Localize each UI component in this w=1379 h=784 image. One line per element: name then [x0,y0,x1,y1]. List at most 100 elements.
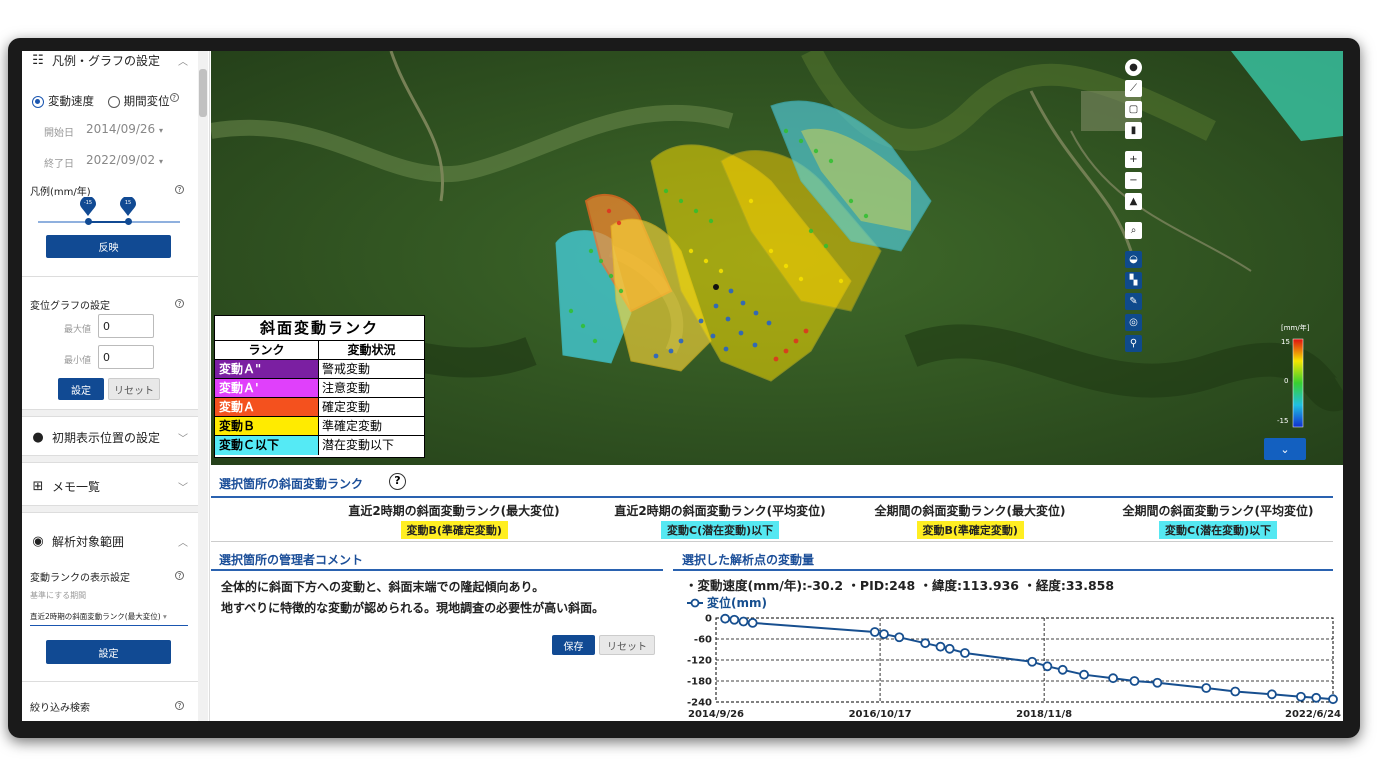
apply-button[interactable]: 反映 [46,235,171,258]
zoom-out-icon[interactable]: − [1125,172,1142,189]
y-tick-label: -180 [687,677,712,688]
trash-icon[interactable]: ▮ [1125,122,1142,139]
comment-reset-button[interactable]: リセット [599,635,655,655]
x-tick-label: 2014/9/26 [688,709,744,720]
radio-period[interactable] [107,95,120,108]
slider-min-value: -15 [83,200,93,206]
basis-select-value: 直近2時期の斜面変動ランク(最大変位) [30,612,161,621]
locate-icon[interactable]: ◎ [1125,314,1142,331]
displacement-panel-rule [673,569,1333,571]
caret-down-icon: ▾ [159,126,164,135]
rank-heading: 全期間の斜面変動ランク(平均変位) [1122,504,1314,518]
displacement-chart[interactable]: 0 -60 -120 -180 -2402014/9/26 2016/10/17 2018/… [673,593,1343,721]
memo-header[interactable]: ⊞ メモ一覧 ﹀ [22,471,198,501]
data-point [944,643,955,654]
y-tick-label: -240 [687,698,712,709]
divider [22,681,198,682]
data-point [1296,691,1306,702]
graph-set-button[interactable]: 設定 [58,378,104,400]
end-date-field[interactable]: 2022/09/02 ▾ [86,153,163,167]
data-point [1057,664,1068,675]
collapse-panel-button[interactable]: ⌄ [1264,438,1306,460]
colorbar-top: 15 [1281,338,1290,346]
divider [211,541,1333,542]
radio-period-label: 期間変位 [123,94,170,108]
map-pin-icon[interactable]: ⚲ [1125,335,1142,352]
data-point [1311,692,1322,703]
polygon-icon[interactable]: ▢ [1125,101,1142,118]
radio-speed[interactable] [32,95,44,108]
help-icon[interactable]: ? [175,185,184,194]
line-draw-icon[interactable]: ⟋ [1125,80,1142,97]
data-point [1108,673,1118,684]
colorbar-bottom: -15 [1277,417,1289,425]
legend-row: 変動Ａ' 注意変動 [215,379,424,398]
divider [22,276,198,277]
info-panel: 選択箇所の斜面変動ランク ? 直近2時期の斜面変動ランク(最大変位) 変動B(準確… [211,465,1343,721]
legend-status-cell: 潜在変動以下 [322,438,395,452]
start-date-label: 開始日 [44,128,74,139]
data-point [920,638,931,649]
rank-heading: 全期間の斜面変動ランク(最大変位) [874,504,1066,518]
rank-badge: 変動B(準確定変動) [400,521,508,539]
legend-col-rank: ランク [215,341,319,359]
caret-down-icon: ▾ [163,612,167,621]
initial-position-title: 初期表示位置の設定 [52,430,161,445]
graph-reset-button[interactable]: リセット [108,378,160,400]
comment-line-1: 全体的に斜面下方への変動と、斜面末端での隆起傾向あり。 [221,580,545,594]
rank-badge: 変動C(潜在変動)以下 [661,521,780,539]
slider-dot-max [125,218,132,225]
data-point [738,616,749,627]
3d-view-icon[interactable]: ◒ [1125,251,1142,268]
user-account-icon[interactable]: ● [1125,59,1142,76]
max-value-input[interactable]: 0 [98,314,154,338]
rank-set-button[interactable]: 設定 [46,640,171,664]
help-icon[interactable]: ? [175,571,184,580]
min-value-input[interactable]: 0 [98,345,154,369]
pencil-icon[interactable]: ✎ [1125,293,1142,310]
graph-settings-title: 変位グラフの設定 [30,301,110,312]
legend-row: 変動Ａ 確定変動 [215,398,424,417]
data-point [1230,686,1241,697]
selected-point[interactable] [713,284,719,290]
sidebar-scrollbar[interactable] [198,51,208,721]
min-value-label: 最小値 [64,356,92,366]
caret-down-icon: ▾ [159,157,164,166]
chevron-down-icon: ﹀ [178,482,188,494]
data-point [1201,683,1212,693]
north-arrow-icon[interactable]: ▲ [1125,193,1142,210]
legend-section-header[interactable]: ☷ 凡例・グラフの設定 ︿ [22,51,198,75]
help-icon[interactable]: ? [389,473,406,490]
layers-icon[interactable]: ▚ [1125,272,1142,289]
legend-rank-cell: 変動Ａ' [215,379,319,397]
zoom-in-icon[interactable]: + [1125,151,1142,168]
analysis-range-header[interactable]: ◉ 解析対象範囲 ︿ [22,526,198,556]
slider-handle-min[interactable]: -15 [80,196,96,217]
legend-unit-label: 凡例(mm/年) [30,187,91,198]
comment-panel-title: 選択箇所の管理者コメント [219,553,364,567]
legend-rank-cell: 変動Ｂ [215,417,319,435]
data-point [747,617,758,628]
slider-handle-max[interactable]: 15 [120,196,136,217]
data-point [1129,676,1140,686]
data-point [935,641,946,652]
comment-save-button[interactable]: 保存 [552,635,595,655]
slider-dot-min [85,218,92,225]
basis-label: 基準にする期間 [30,591,87,600]
x-tick-label: 2018/11/8 [1016,709,1072,720]
data-point [720,613,731,624]
help-icon[interactable]: ? [175,701,184,710]
map-toolbar: ● ⟋ ▢ ▮ + − ▲ ⌕ ◒ ▚ ✎ ◎ ⚲ [1125,59,1143,356]
data-point [1267,689,1277,700]
help-icon[interactable]: ? [175,299,184,308]
scrollbar-thumb[interactable] [199,69,207,117]
help-icon[interactable]: ? [169,93,179,103]
legend-marker [690,598,700,608]
initial-position-header[interactable]: ● 初期表示位置の設定 ﹀ [22,422,198,452]
start-date-field[interactable]: 2014/09/26 ▾ [86,122,163,136]
basis-select[interactable]: 直近2時期の斜面変動ランク(最大変位) ▾ [30,611,188,626]
sliders-icon: ☷ [32,52,44,68]
comment-line-2: 地すべりに特徴的な変動が認められる。現地調査の必要性が高い斜面。 [221,601,605,615]
search-icon[interactable]: ⌕ [1125,222,1142,239]
legend-col-status: 変動状況 [347,343,396,357]
